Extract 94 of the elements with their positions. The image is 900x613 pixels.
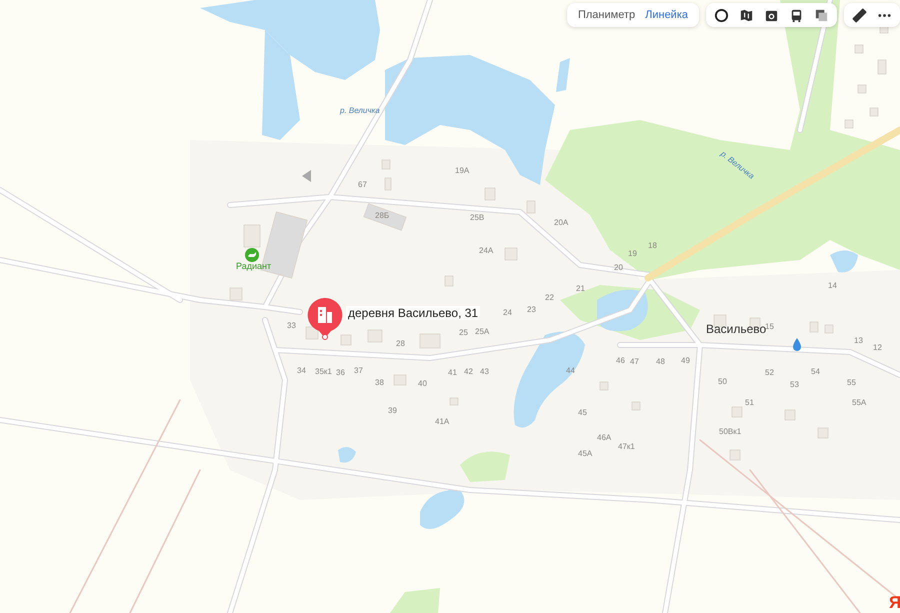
house-number: 14 (828, 282, 837, 290)
house-number: 33 (287, 322, 296, 330)
measure-tab[interactable]: Линейка (640, 9, 693, 21)
poi-label: Радиант (236, 262, 272, 271)
house-number: 41А (435, 418, 450, 426)
house-number: 50Вк1 (719, 428, 742, 436)
building-footprint (730, 450, 740, 460)
house-number: 46 (616, 357, 625, 365)
house-number: 55 (847, 379, 856, 387)
house-number: 47к1 (618, 443, 635, 451)
village-label: Васильево (706, 323, 766, 335)
house-number: 28 (396, 340, 405, 348)
building-footprint (384, 178, 392, 190)
building-footprint (230, 288, 242, 300)
house-number: 41 (448, 369, 457, 377)
building-footprint (870, 108, 878, 116)
house-number: 42 (464, 368, 473, 376)
logo-letter: Я (889, 594, 900, 611)
forest-area (460, 452, 510, 482)
house-number: 47 (630, 358, 639, 366)
address-label: деревня Васильево, 31 (346, 306, 480, 320)
house-number: 25В (470, 214, 484, 222)
building-footprint (878, 60, 886, 74)
house-number: 34 (297, 367, 306, 375)
building-footprint (526, 200, 536, 214)
house-number: 49 (681, 357, 690, 365)
house-number: 52 (765, 369, 774, 377)
house-number: 20А (554, 219, 568, 227)
building-footprint (854, 44, 864, 54)
house-number: 55А (852, 399, 866, 407)
building-footprint (420, 334, 440, 348)
triangle-icon (302, 170, 311, 182)
house-number: 44 (566, 367, 575, 375)
house-number: 24А (479, 247, 494, 255)
building-footprint (858, 84, 866, 94)
building-footprint (382, 160, 390, 170)
building-footprint (810, 322, 818, 332)
building-footprint (450, 398, 458, 406)
house-number: 51 (745, 399, 754, 407)
building-footprint (844, 120, 854, 128)
house-number: 22 (545, 294, 554, 302)
building-footprint (784, 410, 796, 420)
house-number: 37 (354, 367, 363, 375)
building-footprint (484, 188, 496, 200)
water-drop-icon (793, 338, 801, 351)
house-number: 19А (455, 167, 470, 175)
building-footprint (340, 334, 352, 346)
building-footprint (504, 248, 518, 260)
forest-area (390, 588, 440, 613)
house-number: 15 (765, 323, 774, 331)
house-number: 18 (648, 242, 657, 250)
building-footprint (444, 276, 454, 286)
house-number: 50 (718, 378, 727, 386)
house-number: 21 (576, 285, 585, 293)
house-number: 48 (656, 358, 665, 366)
house-number: 39 (388, 407, 397, 415)
river-label: р. Величка (340, 107, 380, 115)
building-footprint (818, 428, 828, 438)
house-number: 43 (480, 368, 489, 376)
circle-icon[interactable] (714, 8, 729, 22)
house-number: 35к1 (315, 368, 332, 376)
house-number: 25 (459, 329, 468, 337)
house-number: 24 (503, 309, 512, 317)
building-footprint (368, 330, 382, 342)
building-footprint (732, 406, 742, 418)
pond (338, 446, 356, 463)
layers-icon[interactable] (814, 8, 829, 22)
measure-tab[interactable]: Планиметр (572, 9, 640, 21)
house-number: 23 (527, 306, 536, 314)
house-number: 12 (873, 344, 882, 352)
map-pages-icon[interactable] (739, 8, 754, 22)
house-number: 40 (418, 380, 427, 388)
house-number: 53 (790, 381, 799, 389)
building-footprint (306, 326, 318, 340)
house-number: 46А (597, 434, 612, 442)
building-footprint (824, 324, 834, 334)
bus-icon[interactable] (789, 8, 804, 22)
building-footprint (394, 374, 406, 386)
house-number: 20 (614, 264, 623, 272)
pond (420, 490, 464, 529)
house-number: 38 (375, 379, 384, 387)
house-number: 54 (811, 368, 820, 376)
house-number: 28Б (375, 212, 390, 220)
building-footprint (632, 402, 640, 410)
house-number: 25А (475, 328, 490, 336)
house-number: 19 (628, 250, 637, 258)
pond (830, 250, 858, 272)
house-number: 13 (854, 337, 863, 345)
pond (597, 290, 648, 332)
house-number: 67 (358, 181, 367, 189)
building-footprint (600, 382, 608, 390)
house-number: 45А (578, 450, 592, 458)
house-number: 45 (578, 409, 587, 417)
house-number: 36 (336, 369, 345, 377)
